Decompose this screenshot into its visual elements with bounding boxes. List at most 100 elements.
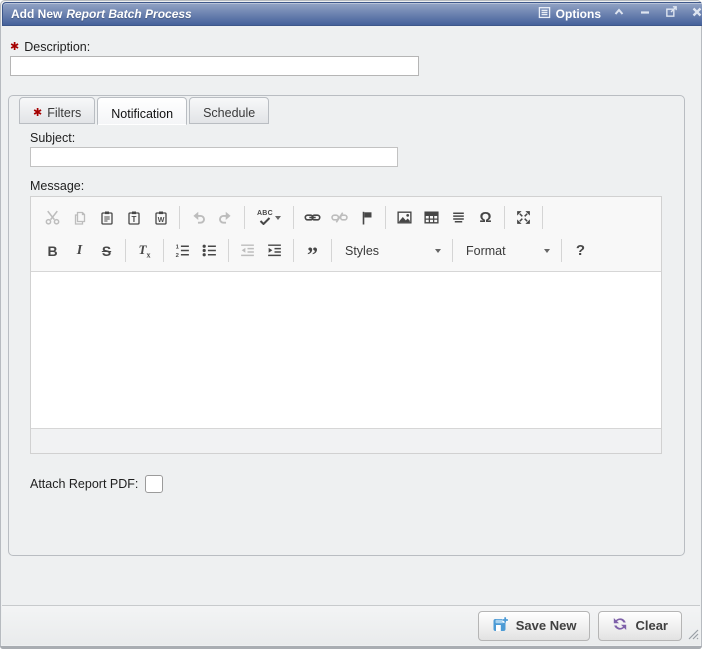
clear-button[interactable]: Clear (598, 611, 682, 641)
expand-button[interactable] (663, 6, 679, 22)
image-icon[interactable] (391, 205, 418, 231)
save-new-button[interactable]: Save New (478, 611, 591, 641)
chevron-down-icon (544, 249, 550, 253)
svg-text:1: 1 (176, 245, 180, 251)
format-dropdown[interactable]: Format (458, 238, 556, 264)
horizontal-rule-icon[interactable] (445, 205, 472, 231)
close-button[interactable] (689, 6, 702, 22)
link-icon[interactable] (299, 205, 326, 231)
toolbar-separator (331, 239, 332, 262)
editor-toolbar: T W ABC (31, 197, 661, 272)
copy-icon[interactable] (66, 205, 93, 231)
description-label-text: Description: (24, 40, 90, 54)
outdent-icon[interactable] (234, 238, 261, 264)
description-input[interactable] (10, 56, 419, 76)
toolbar-separator (504, 206, 505, 229)
tab-strip: ✱ Filters Notification Schedule (19, 97, 269, 125)
numbered-list-icon[interactable]: 12 (169, 238, 196, 264)
toolbar-separator (244, 206, 245, 229)
blockquote-glyph: ” (307, 250, 318, 260)
toolbar-row-1: T W ABC (39, 201, 653, 234)
save-new-label: Save New (516, 618, 577, 633)
tab-notification-label: Notification (111, 107, 173, 121)
italic-glyph: I (77, 243, 82, 259)
tab-schedule-label: Schedule (203, 106, 255, 120)
editor-elements-path-bar (31, 428, 661, 453)
toolbar-separator (163, 239, 164, 262)
save-new-icon (492, 616, 509, 636)
styles-dropdown-label: Styles (345, 244, 379, 258)
bulleted-list-icon[interactable] (196, 238, 223, 264)
popout-icon (665, 5, 678, 23)
indent-icon[interactable] (261, 238, 288, 264)
unlink-icon[interactable] (326, 205, 353, 231)
bold-icon[interactable]: B (39, 238, 66, 264)
message-editor-body[interactable] (31, 272, 661, 428)
resize-grip[interactable] (688, 627, 699, 645)
required-marker: ✱ (10, 42, 19, 53)
attach-report-pdf-label: Attach Report PDF: (30, 477, 138, 491)
paste-plain-text-icon[interactable]: T (120, 205, 147, 231)
chevron-up-icon (613, 5, 625, 23)
required-marker: ✱ (33, 108, 42, 119)
dialog-add-new-report-batch-process: Add New Report Batch Process Options (0, 0, 702, 649)
options-label: Options (556, 7, 601, 21)
svg-text:W: W (157, 217, 164, 224)
attach-report-pdf-checkbox[interactable] (145, 475, 163, 493)
toolbar-separator (228, 239, 229, 262)
footer-toolbar: Save New Clear (2, 605, 700, 645)
toolbar-separator (452, 239, 453, 262)
maximize-icon[interactable] (510, 205, 537, 231)
bold-glyph: B (47, 243, 57, 259)
remove-format-glyph: Tx (139, 242, 151, 260)
spell-check-icon[interactable]: ABC (250, 205, 288, 231)
toolbar-separator (561, 239, 562, 262)
paste-from-word-icon[interactable]: W (147, 205, 174, 231)
help-glyph: ? (576, 242, 585, 259)
styles-dropdown[interactable]: Styles (337, 238, 447, 264)
title-bar: Add New Report Batch Process Options (2, 2, 702, 26)
format-dropdown-label: Format (466, 244, 506, 258)
redo-icon[interactable] (212, 205, 239, 231)
rich-text-editor: T W ABC (30, 196, 662, 454)
toolbar-separator (293, 206, 294, 229)
subject-input[interactable] (30, 147, 398, 167)
message-label-text: Message: (30, 179, 84, 193)
special-character-icon[interactable]: Ω (472, 205, 499, 231)
toolbar-row-2: B I S Tx 12 (39, 234, 653, 267)
collapse-button[interactable] (611, 6, 627, 22)
help-icon[interactable]: ? (567, 238, 594, 264)
description-label: ✱ Description: (10, 40, 90, 54)
toolbar-separator (293, 239, 294, 262)
tab-filters[interactable]: ✱ Filters (19, 97, 95, 124)
title-emphasis: Report Batch Process (66, 7, 191, 21)
minus-icon (639, 5, 651, 23)
remove-format-icon[interactable]: Tx (131, 238, 158, 264)
page-title: Add New Report Batch Process (11, 7, 538, 21)
message-label: Message: (30, 179, 84, 193)
strikethrough-icon[interactable]: S (93, 238, 120, 264)
blockquote-icon[interactable]: ” (299, 238, 326, 264)
tab-schedule[interactable]: Schedule (189, 97, 269, 124)
tab-filters-label: Filters (47, 106, 81, 120)
cut-icon[interactable] (39, 205, 66, 231)
table-icon[interactable] (418, 205, 445, 231)
title-prefix: Add New (11, 7, 62, 21)
italic-icon[interactable]: I (66, 238, 93, 264)
chevron-down-icon (435, 249, 441, 253)
paste-icon[interactable] (93, 205, 120, 231)
anchor-flag-icon[interactable] (353, 205, 380, 231)
clear-refresh-icon (612, 616, 628, 635)
subject-label-text: Subject: (30, 131, 75, 145)
subject-label: Subject: (30, 131, 75, 145)
tab-notification[interactable]: Notification (97, 97, 187, 125)
toolbar-separator (125, 239, 126, 262)
close-icon (691, 5, 702, 23)
undo-icon[interactable] (185, 205, 212, 231)
options-button[interactable]: Options (538, 6, 601, 22)
spell-check-text: ABC (257, 210, 273, 217)
minimize-button[interactable] (637, 6, 653, 22)
svg-text:2: 2 (176, 253, 180, 259)
toolbar-separator (385, 206, 386, 229)
omega-glyph: Ω (479, 209, 491, 226)
